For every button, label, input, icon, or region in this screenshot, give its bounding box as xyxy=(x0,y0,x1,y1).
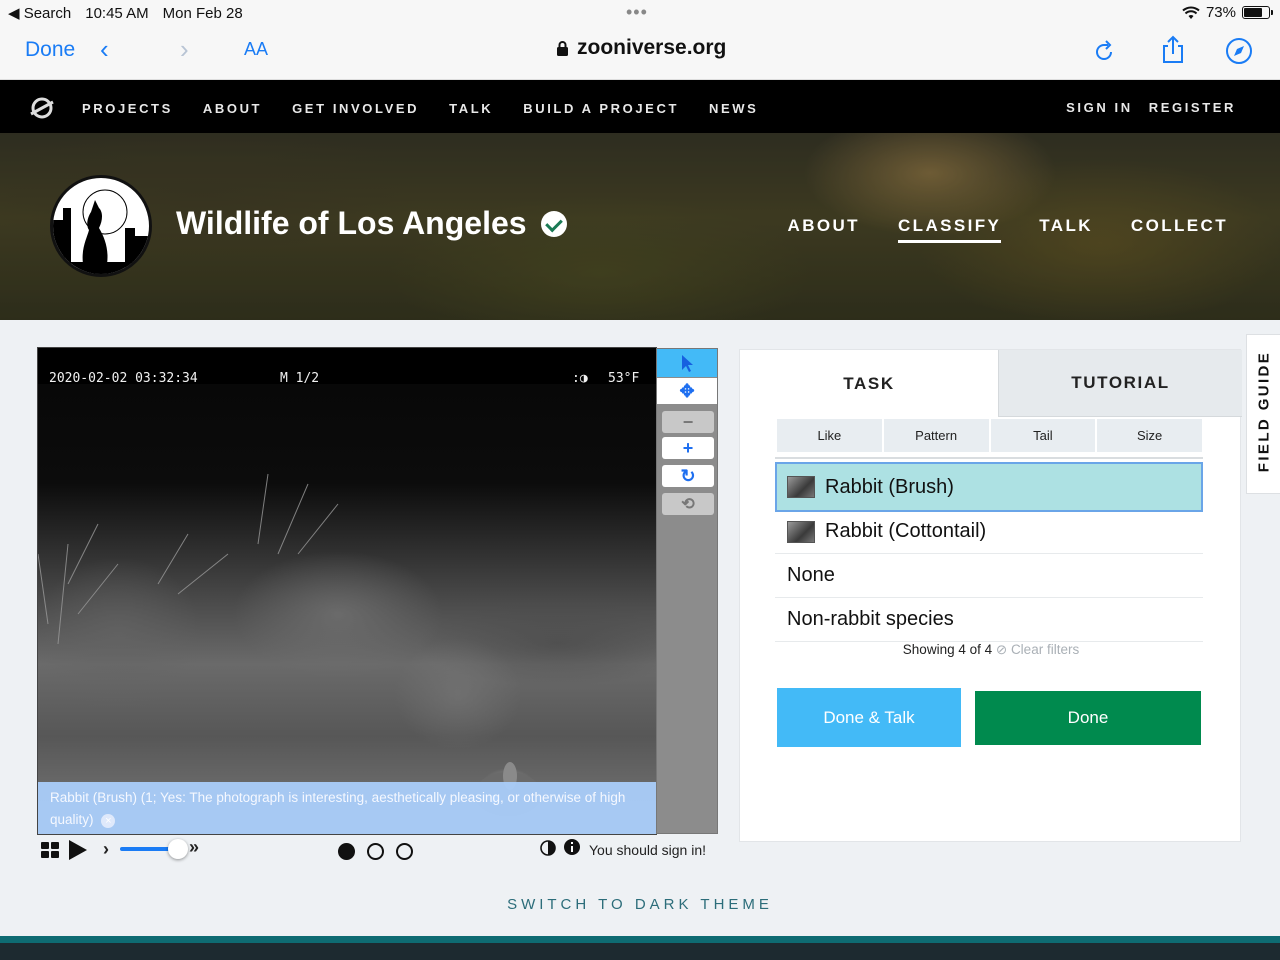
choice-label: None xyxy=(787,564,835,586)
choice-label: Rabbit (Cottontail) xyxy=(825,520,987,542)
browser-toolbar: Done ‹ › AA zooniverse.org xyxy=(0,26,1280,80)
clear-filters-button[interactable]: ⊘ Clear filters xyxy=(996,642,1079,657)
battery-icon xyxy=(1242,6,1273,19)
annotation-text: Rabbit (Brush) (1; Yes: The photograph i… xyxy=(50,790,626,827)
choice-rabbit-cottontail[interactable]: Rabbit (Cottontail) xyxy=(775,510,1203,554)
site-nav-link-get-involved[interactable]: GET INVOLVED xyxy=(292,101,419,116)
filter-bar: Like Pattern Tail Size xyxy=(777,419,1202,452)
frame-dot[interactable] xyxy=(367,843,384,860)
clear-filters-label: Clear filters xyxy=(1010,642,1080,657)
multitasking-dots-icon[interactable]: ••• xyxy=(626,2,648,23)
info-icon[interactable] xyxy=(564,839,580,855)
compass-icon[interactable] xyxy=(1225,37,1253,65)
site-nav-link-about[interactable]: ABOUT xyxy=(203,101,262,116)
filter-size[interactable]: Size xyxy=(1097,419,1202,452)
site-nav: PROJECTS ABOUT GET INVOLVED TALK BUILD A PRO… xyxy=(0,80,1280,133)
share-icon[interactable] xyxy=(1160,34,1186,64)
register-link[interactable]: REGISTER xyxy=(1149,100,1236,115)
move-arrows-icon[interactable]: ✥ xyxy=(657,378,717,404)
sign-in-message: You should sign in! xyxy=(589,842,707,858)
back-to-app-link[interactable]: ◀ Search xyxy=(8,4,71,22)
choice-none[interactable]: None xyxy=(775,554,1203,598)
remove-annotation-icon[interactable]: × xyxy=(101,814,116,828)
status-time: 10:45 AM xyxy=(85,4,149,22)
howling-coyote-logo-icon xyxy=(53,189,149,274)
play-icon[interactable] xyxy=(68,839,88,861)
project-nav-classify[interactable]: CLASSIFY xyxy=(897,216,1002,243)
text-size-button[interactable]: AA xyxy=(244,39,268,60)
reload-icon[interactable] xyxy=(1093,39,1115,63)
choice-rabbit-brush[interactable]: Rabbit (Brush) xyxy=(775,462,1203,512)
invert-contrast-icon[interactable] xyxy=(540,840,556,856)
back-chevron-icon[interactable]: ‹ xyxy=(100,34,109,65)
speed-slider-thumb[interactable] xyxy=(168,839,188,859)
image-toolbar: ✥ − + ↻ ⟲ xyxy=(656,348,718,834)
subject-viewer[interactable]: 2020-02-02 03:32:34 M 1/2 :◑ 53°F Rabbit… xyxy=(37,347,657,835)
frame-dot[interactable] xyxy=(338,843,355,860)
site-nav-link-build-a-project[interactable]: BUILD A PROJECT xyxy=(523,101,679,116)
status-bar: ◀ Search 10:45 AM Mon Feb 28 ••• 73% xyxy=(0,0,1280,26)
done-button[interactable]: Done xyxy=(25,38,75,62)
site-nav-link-news[interactable]: NEWS xyxy=(709,101,758,116)
zoom-out-icon[interactable]: − xyxy=(662,411,714,433)
tab-task[interactable]: TASK xyxy=(740,350,998,417)
site-nav-link-projects[interactable]: PROJECTS xyxy=(82,101,173,116)
switch-dark-theme-link[interactable]: SWITCH TO DARK THEME xyxy=(0,896,1280,913)
verified-check-icon xyxy=(540,210,567,237)
filter-tail[interactable]: Tail xyxy=(990,419,1096,452)
annotation-summary: Rabbit (Brush) (1; Yes: The photograph i… xyxy=(38,782,656,834)
choice-label: Non-rabbit species xyxy=(787,608,954,630)
fast-forward-icon[interactable]: » xyxy=(189,837,199,858)
forward-chevron-icon[interactable]: › xyxy=(180,34,189,65)
project-title[interactable]: Wildlife of Los Angeles xyxy=(176,205,527,242)
choice-non-rabbit-species[interactable]: Non-rabbit species xyxy=(775,598,1203,642)
status-date: Mon Feb 28 xyxy=(162,4,243,22)
project-nav-collect[interactable]: COLLECT xyxy=(1131,216,1228,243)
project-header: Wildlife of Los Angeles ABOUT CLASSIFY TAL… xyxy=(0,133,1280,320)
choice-thumbnail xyxy=(787,476,815,498)
filter-pattern[interactable]: Pattern xyxy=(883,419,989,452)
site-nav-link-talk[interactable]: TALK xyxy=(449,101,493,116)
wifi-icon xyxy=(1182,6,1200,19)
rotate-icon[interactable]: ↻ xyxy=(662,465,714,487)
showing-text: Showing 4 of 4 xyxy=(902,642,993,657)
choice-thumbnail xyxy=(787,520,815,543)
camera-info-bar: 2020-02-02 03:32:34 M 1/2 :◑ 53°F xyxy=(38,348,656,386)
field-guide-label: FIELD GUIDE xyxy=(1255,350,1273,473)
frame-dot[interactable] xyxy=(396,843,413,860)
trail-camera-image[interactable] xyxy=(38,384,656,834)
project-nav-talk[interactable]: TALK xyxy=(1039,216,1093,243)
done-button-task[interactable]: Done xyxy=(975,691,1201,745)
url-text: zooniverse.org xyxy=(577,36,727,59)
project-nav: ABOUT CLASSIFY TALK COLLECT xyxy=(788,216,1228,243)
frame-controls: › » You should sign in! xyxy=(37,836,719,866)
field-guide-tab[interactable]: FIELD GUIDE xyxy=(1246,334,1280,494)
done-and-talk-button[interactable]: Done & Talk xyxy=(777,688,961,747)
zoom-in-icon[interactable]: + xyxy=(662,437,714,459)
task-panel: TASK TUTORIAL Like Pattern Tail Size Rabbit… xyxy=(739,349,1242,842)
lock-icon xyxy=(557,40,568,56)
grid-view-icon[interactable] xyxy=(41,842,59,858)
site-footer xyxy=(0,936,1280,960)
address-bar[interactable]: zooniverse.org xyxy=(556,36,726,60)
bushes-illustration xyxy=(38,473,542,816)
project-nav-about[interactable]: ABOUT xyxy=(788,216,860,243)
choice-label: Rabbit (Brush) xyxy=(825,475,954,498)
project-avatar[interactable] xyxy=(50,175,152,277)
results-count: Showing 4 of 4 ⊘ Clear filters xyxy=(740,642,1242,658)
site-nav-links: PROJECTS ABOUT GET INVOLVED TALK BUILD A PRO… xyxy=(82,101,758,116)
filter-like[interactable]: Like xyxy=(777,419,882,452)
battery-percent: 73% xyxy=(1205,4,1236,21)
sign-in-link[interactable]: SIGN IN xyxy=(1066,100,1133,115)
annotate-pointer-icon[interactable] xyxy=(657,349,717,377)
step-forward-icon[interactable]: › xyxy=(103,839,109,860)
reset-view-icon[interactable]: ⟲ xyxy=(662,493,714,515)
tab-tutorial[interactable]: TUTORIAL xyxy=(998,350,1242,417)
zooniverse-logo-icon[interactable] xyxy=(29,95,55,121)
